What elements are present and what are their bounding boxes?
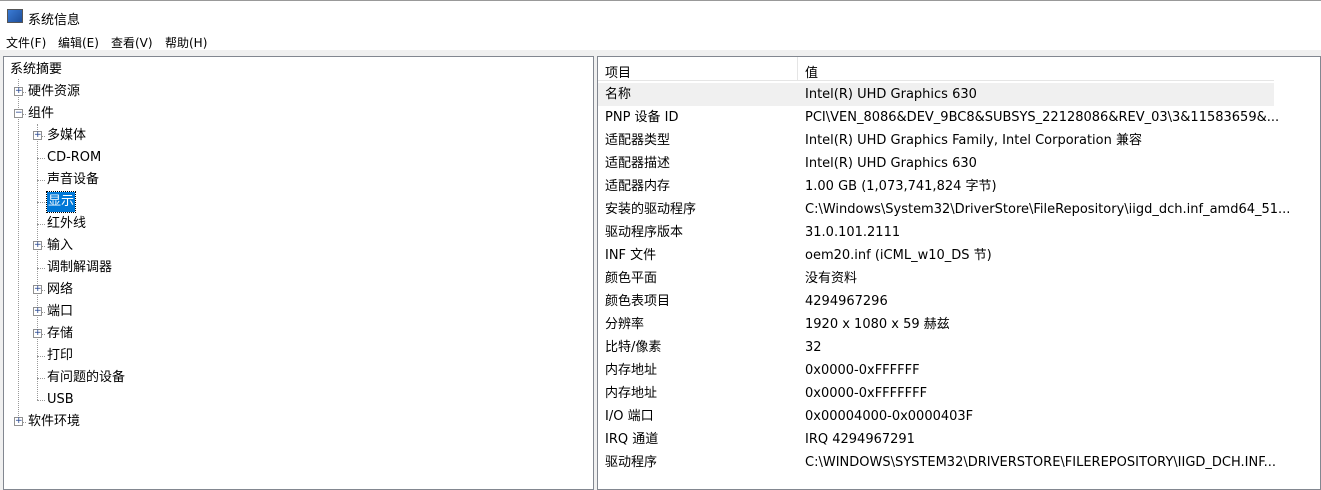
expand-icon[interactable]: +	[33, 307, 42, 316]
table-row[interactable]: PNP 设备 ID PCI\VEN_8086&DEV_9BC8&SUBSYS_22…	[598, 106, 1279, 129]
table-row[interactable]: 驱动程序 C:\WINDOWS\SYSTEM32\DRIVERSTORE\FILE…	[598, 451, 1277, 474]
item-cell: 内存地址	[605, 363, 658, 378]
value-cell: 0x0000-0xFFFFFF	[805, 363, 920, 378]
item-cell: 比特/像素	[605, 340, 662, 355]
category-tree[interactable]: 系统摘要 + 硬件资源 − 组件 + 多媒体 CD-ROM 声音设备 显示 红外线 + 输入 调制解调器 +…	[3, 56, 594, 490]
menu-help[interactable]: 帮助(H)	[165, 34, 207, 51]
tree-item[interactable]: 软件环境	[28, 412, 80, 432]
item-cell: 适配器描述	[605, 156, 671, 171]
item-cell: 分辨率	[605, 317, 645, 332]
table-row[interactable]: 安装的驱动程序 C:\Windows\System32\DriverStore\F…	[598, 198, 1290, 221]
expand-icon[interactable]: +	[33, 131, 42, 140]
value-cell: 1.00 GB (1,073,741,824 字节)	[805, 179, 997, 194]
table-row[interactable]: INF 文件 oem20.inf (iCML_w10_DS 节)	[598, 244, 1274, 267]
table-row[interactable]: 适配器描述 Intel(R) UHD Graphics 630	[598, 152, 1274, 175]
table-row[interactable]: 比特/像素 32	[598, 336, 1274, 359]
tree-item[interactable]: 端口	[47, 302, 73, 322]
expand-icon[interactable]: +	[33, 241, 42, 250]
expand-icon[interactable]: +	[33, 285, 42, 294]
item-cell: PNP 设备 ID	[605, 110, 679, 125]
table-row[interactable]: 适配器类型 Intel(R) UHD Graphics Family, Intel…	[598, 129, 1274, 152]
tree-item[interactable]: 存储	[47, 324, 73, 344]
value-cell: 1920 x 1080 x 59 赫兹	[805, 317, 950, 332]
value-cell: oem20.inf (iCML_w10_DS 节)	[805, 248, 992, 263]
item-cell: 适配器内存	[605, 179, 671, 194]
column-divider[interactable]	[797, 57, 798, 81]
value-cell: IRQ 4294967291	[805, 432, 915, 447]
tree-item[interactable]: CD-ROM	[47, 148, 101, 168]
item-cell: 驱动程序	[605, 455, 658, 470]
tree-item[interactable]: 输入	[47, 236, 73, 256]
tree-item[interactable]: 组件	[28, 104, 54, 124]
value-cell: Intel(R) UHD Graphics Family, Intel Corp…	[805, 133, 1142, 148]
table-row[interactable]: 内存地址 0x0000-0xFFFFFF	[598, 359, 1274, 382]
menu-edit[interactable]: 编辑(E)	[58, 34, 99, 51]
value-cell: 0x00004000-0x0000403F	[805, 409, 974, 424]
item-cell: INF 文件	[605, 248, 657, 263]
table-row[interactable]: 驱动程序版本 31.0.101.2111	[598, 221, 1274, 244]
menu-bar: 文件(F) 编辑(E) 查看(V) 帮助(H)	[0, 32, 1321, 50]
tree-item[interactable]: USB	[47, 390, 74, 410]
tree-item[interactable]: 红外线	[47, 214, 86, 234]
item-cell: 内存地址	[605, 386, 658, 401]
table-row[interactable]: 名称 Intel(R) UHD Graphics 630	[598, 83, 1274, 106]
item-cell: 安装的驱动程序	[605, 202, 697, 217]
expand-icon[interactable]: +	[14, 87, 23, 96]
menu-view[interactable]: 查看(V)	[111, 34, 153, 51]
value-cell: 4294967296	[805, 294, 888, 309]
table-row[interactable]: 分辨率 1920 x 1080 x 59 赫兹	[598, 313, 1274, 336]
item-cell: 驱动程序版本	[605, 225, 684, 240]
menu-file[interactable]: 文件(F)	[6, 34, 46, 51]
tree-item[interactable]: 多媒体	[47, 126, 86, 146]
item-cell: I/O 端口	[605, 409, 654, 424]
value-cell: 没有资料	[805, 271, 858, 286]
tree-item[interactable]: 打印	[47, 346, 73, 366]
item-cell: 名称	[605, 87, 632, 102]
column-header-value[interactable]: 值	[805, 62, 818, 81]
table-header: 项目 值	[598, 57, 1274, 81]
table-row[interactable]: IRQ 通道 IRQ 4294967291	[598, 428, 1274, 451]
expand-icon[interactable]: +	[14, 417, 23, 426]
tree-item[interactable]: 系统摘要	[10, 60, 62, 80]
window-title: 系统信息	[28, 13, 81, 28]
collapse-icon[interactable]: −	[14, 109, 23, 118]
value-cell: Intel(R) UHD Graphics 630	[805, 87, 977, 102]
tree-item[interactable]: 网络	[47, 280, 73, 300]
value-cell: PCI\VEN_8086&DEV_9BC8&SUBSYS_22128086&RE…	[805, 110, 1280, 125]
title-bar: 系统信息	[0, 0, 1321, 32]
table-row[interactable]: 内存地址 0x0000-0xFFFFFFF	[598, 382, 1274, 405]
expand-icon[interactable]: +	[33, 329, 42, 338]
tree-item[interactable]: 有问题的设备	[47, 368, 125, 388]
value-cell: 0x0000-0xFFFFFFF	[805, 386, 928, 401]
value-cell: C:\WINDOWS\SYSTEM32\DRIVERSTORE\FILEREPO…	[805, 455, 1277, 470]
table-row[interactable]: 颜色平面 没有资料	[598, 267, 1274, 290]
system-info-icon	[7, 9, 23, 23]
tree-item[interactable]: 显示	[45, 191, 77, 213]
tree-item[interactable]: 调制解调器	[47, 258, 112, 278]
table-row[interactable]: I/O 端口 0x00004000-0x0000403F	[598, 405, 1274, 428]
table-row[interactable]: 适配器内存 1.00 GB (1,073,741,824 字节)	[598, 175, 1274, 198]
value-cell: C:\Windows\System32\DriverStore\FileRepo…	[805, 202, 1291, 217]
value-cell: Intel(R) UHD Graphics 630	[805, 156, 977, 171]
details-table[interactable]: 项目 值 名称 Intel(R) UHD Graphics 630 PNP 设备 I…	[597, 56, 1321, 490]
item-cell: 颜色表项目	[605, 294, 671, 309]
tree-item[interactable]: 声音设备	[47, 170, 99, 190]
item-cell: 适配器类型	[605, 133, 671, 148]
value-cell: 32	[805, 340, 822, 355]
column-header-item[interactable]: 项目	[605, 62, 631, 81]
tree-item[interactable]: 硬件资源	[28, 82, 80, 102]
table-row[interactable]: 颜色表项目 4294967296	[598, 290, 1274, 313]
item-cell: IRQ 通道	[605, 432, 659, 447]
item-cell: 颜色平面	[605, 271, 658, 286]
value-cell: 31.0.101.2111	[805, 225, 901, 240]
